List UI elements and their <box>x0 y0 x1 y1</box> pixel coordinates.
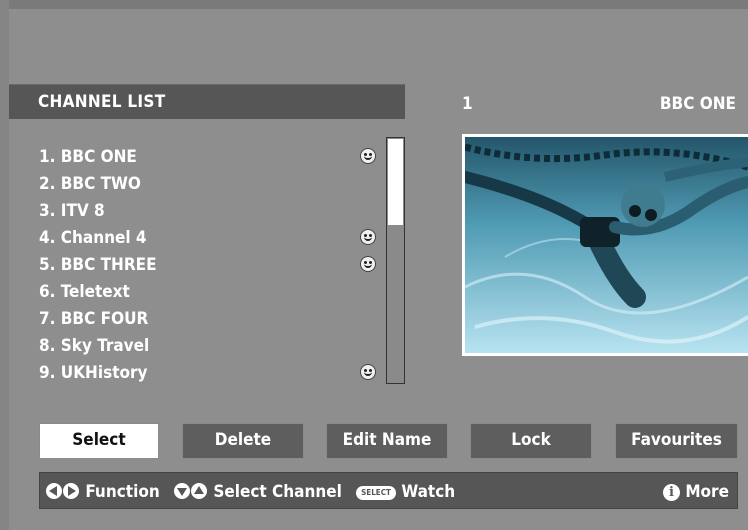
watch-hint-label: Watch <box>401 482 456 502</box>
channel-item-7[interactable]: 7. BBC FOUR <box>39 307 384 334</box>
right-arrow-icon <box>63 483 79 499</box>
select-channel-hint: Select Channel <box>174 482 342 502</box>
channel-label: 6. Teletext <box>39 282 130 302</box>
favourite-smiley-icon <box>360 148 376 164</box>
info-icon: i <box>663 484 680 501</box>
channel-label: 5. BBC THREE <box>39 255 157 275</box>
more-hint-label: More <box>685 482 729 502</box>
preview-channel-name: BBC ONE <box>659 94 736 114</box>
more-hint: i More <box>663 482 729 502</box>
channel-preview <box>462 134 748 356</box>
favourite-smiley-icon <box>360 229 376 245</box>
scrollbar-thumb[interactable] <box>388 139 403 225</box>
delete-button[interactable]: Delete <box>182 423 304 459</box>
function-hint-label: Function <box>85 482 160 502</box>
select-button[interactable]: Select <box>39 423 159 459</box>
channel-item-6[interactable]: 6. Teletext <box>39 280 384 307</box>
preview-channel-number: 1 <box>462 94 473 114</box>
down-arrow-icon <box>174 483 190 499</box>
swimmer-image <box>465 137 748 353</box>
help-bar: Function Select Channel SELECT Watch i M… <box>39 472 738 509</box>
channel-list: 1. BBC ONE 2. BBC TWO 3. ITV 8 4. Channe… <box>39 145 384 388</box>
select-channel-hint-label: Select Channel <box>213 482 342 502</box>
channel-list-scrollbar[interactable] <box>386 137 405 384</box>
top-frame <box>0 0 748 9</box>
left-frame <box>0 0 9 530</box>
channel-item-9[interactable]: 9. UKHistory <box>39 361 384 388</box>
function-hint: Function <box>46 482 160 502</box>
page-title: CHANNEL LIST <box>38 92 166 112</box>
lock-button[interactable]: Lock <box>470 423 592 459</box>
channel-item-5[interactable]: 5. BBC THREE <box>39 253 384 280</box>
edit-name-button[interactable]: Edit Name <box>326 423 448 459</box>
favourite-smiley-icon <box>360 364 376 380</box>
channel-label: 7. BBC FOUR <box>39 309 149 329</box>
channel-label: 4. Channel 4 <box>39 228 147 248</box>
up-arrow-icon <box>191 483 207 499</box>
channel-label: 8. Sky Travel <box>39 336 150 356</box>
channel-item-2[interactable]: 2. BBC TWO <box>39 172 384 199</box>
channel-list-header: CHANNEL LIST <box>9 84 405 119</box>
channel-item-4[interactable]: 4. Channel 4 <box>39 226 384 253</box>
channel-label: 1. BBC ONE <box>39 147 137 167</box>
channel-label: 3. ITV 8 <box>39 201 105 221</box>
channel-label: 2. BBC TWO <box>39 174 141 194</box>
channel-label: 9. UKHistory <box>39 363 148 383</box>
left-arrow-icon <box>46 483 62 499</box>
channel-item-1[interactable]: 1. BBC ONE <box>39 145 384 172</box>
select-key-icon: SELECT <box>356 486 396 500</box>
watch-hint: SELECT Watch <box>356 482 455 502</box>
channel-item-3[interactable]: 3. ITV 8 <box>39 199 384 226</box>
preview-image <box>465 137 748 353</box>
favourite-smiley-icon <box>360 256 376 272</box>
channel-item-8[interactable]: 8. Sky Travel <box>39 334 384 361</box>
favourites-button[interactable]: Favourites <box>615 423 738 459</box>
